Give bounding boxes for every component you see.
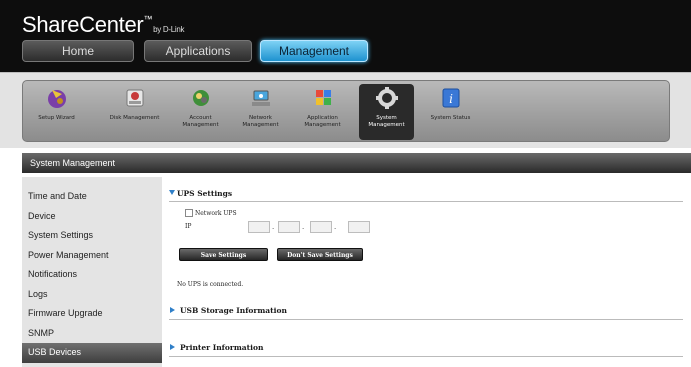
sidebar: Time and Date Device System Settings Pow… [22, 177, 162, 367]
app-window: ShareCenter™by D-Link Home Applications … [0, 0, 691, 367]
toolbar-item-label: Application Management [304, 115, 341, 128]
ups-settings-title: UPS Settings [177, 189, 233, 198]
toolbar-item-label: Network Management [242, 115, 279, 128]
toolbar-item-system-status[interactable]: i System Status [423, 84, 478, 140]
ups-settings-header[interactable]: UPS Settings [169, 189, 232, 198]
management-toolbar: Setup Wizard Disk Management Account Man… [0, 72, 691, 148]
sidebar-item-power-management[interactable]: Power Management [22, 246, 162, 266]
save-settings-button[interactable]: Save Settings [179, 248, 268, 261]
sidebar-item-snmp[interactable]: SNMP [22, 324, 162, 344]
toolbar-item-disk-management[interactable]: Disk Management [107, 84, 162, 140]
toolbar-item-account-management[interactable]: Account Management [173, 84, 228, 140]
ip-separator: . [272, 223, 275, 231]
svg-text:i: i [449, 92, 453, 106]
toolbar-item-label: Account Management [182, 115, 219, 128]
expand-right-icon [170, 344, 175, 350]
toolbar-item-label: Disk Management [109, 115, 160, 121]
sidebar-item-time-and-date[interactable]: Time and Date [22, 187, 162, 207]
printer-header[interactable]: Printer Information [170, 343, 263, 352]
tab-applications[interactable]: Applications [144, 40, 252, 62]
ip-label: IP [185, 223, 192, 230]
application-icon [315, 90, 331, 105]
network-ups-checkbox[interactable] [185, 209, 193, 217]
ip-octet-3-input[interactable] [310, 221, 332, 233]
usb-storage-header[interactable]: USB Storage Information [170, 306, 287, 315]
sidebar-item-device[interactable]: Device [22, 207, 162, 227]
sidebar-item-notifications[interactable]: Notifications [22, 265, 162, 285]
printer-title: Printer Information [180, 343, 264, 352]
tab-management[interactable]: Management [260, 40, 368, 62]
section-title-bar: System Management [22, 153, 691, 173]
toolbar-item-application-management[interactable]: Application Management [295, 84, 350, 140]
ip-separator: . [302, 223, 305, 231]
brand-byline: by D-Link [153, 25, 185, 34]
sidebar-item-system-settings[interactable]: System Settings [22, 226, 162, 246]
brand-trademark: ™ [143, 14, 153, 24]
toolbar-item-setup-wizard[interactable]: Setup Wizard [29, 84, 84, 140]
expand-right-icon [170, 307, 175, 313]
sidebar-item-logs[interactable]: Logs [22, 285, 162, 305]
network-ups-label: Network UPS [195, 210, 237, 217]
ip-octet-4-input[interactable] [348, 221, 370, 233]
main-content: UPS Settings Network UPS IP . . . Save S… [162, 173, 691, 367]
disk-icon [126, 89, 143, 107]
sidebar-item-usb-devices[interactable]: USB Devices [22, 343, 162, 363]
usb-storage-title: USB Storage Information [180, 306, 287, 315]
toolbar-item-label: System Status [430, 115, 471, 121]
brand-name: ShareCenter [22, 12, 144, 37]
toolbar-item-system-management[interactable]: System Management [359, 84, 414, 140]
toolbar-item-label: Setup Wizard [38, 115, 75, 121]
account-icon [192, 90, 209, 106]
brand-logo: ShareCenter™by D-Link [22, 12, 185, 38]
top-header: ShareCenter™by D-Link Home Applications … [0, 0, 691, 72]
sidebar-item-firmware-upgrade[interactable]: Firmware Upgrade [22, 304, 162, 324]
wizard-icon [47, 90, 66, 108]
printer-divider [169, 356, 683, 357]
network-icon [251, 90, 270, 106]
system-gear-icon [375, 87, 398, 109]
dont-save-settings-button[interactable]: Don't Save Settings [277, 248, 363, 261]
ups-status-text: No UPS is connected. [177, 281, 244, 288]
ip-separator: . [334, 223, 337, 231]
ip-octet-1-input[interactable] [248, 221, 270, 233]
usb-storage-divider [169, 319, 683, 320]
toolbar-item-label: System Management [368, 115, 405, 128]
expand-down-icon [169, 190, 175, 195]
ups-divider [169, 201, 683, 202]
ip-octet-2-input[interactable] [278, 221, 300, 233]
toolbar-frame: Setup Wizard Disk Management Account Man… [22, 80, 670, 142]
info-icon: i [442, 88, 459, 108]
toolbar-item-network-management[interactable]: Network Management [233, 84, 288, 140]
tab-home[interactable]: Home [22, 40, 134, 62]
